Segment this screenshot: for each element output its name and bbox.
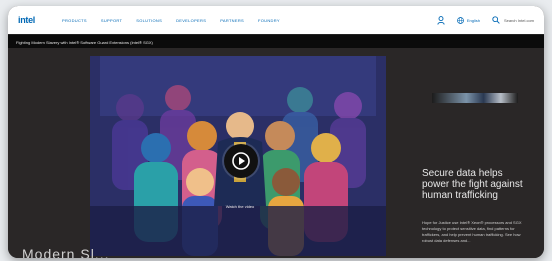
nav-utilities: English Search Intel.com xyxy=(437,6,534,34)
page-title-bar: Fighting Modern Slavery with Intel® Soft… xyxy=(8,34,544,49)
language-selector[interactable]: English xyxy=(457,16,480,24)
nav-links: PRODUCTS SUPPORT SOLUTIONS DEVELOPERS PA… xyxy=(62,18,280,23)
video-player[interactable]: Watch the video xyxy=(90,56,386,256)
page-title: Fighting Modern Slavery with Intel® Soft… xyxy=(16,39,153,45)
nav-link-products[interactable]: PRODUCTS xyxy=(62,18,87,23)
nav-link-support[interactable]: SUPPORT xyxy=(101,18,122,23)
user-icon[interactable] xyxy=(437,15,445,25)
search-input[interactable]: Search Intel.com xyxy=(504,18,534,23)
video-caption: Watch the video xyxy=(225,204,255,209)
search-icon[interactable] xyxy=(492,16,500,24)
language-label: English xyxy=(466,17,480,23)
globe-icon xyxy=(457,16,464,24)
play-button[interactable] xyxy=(224,144,258,178)
top-navigation: intel PRODUCTS SUPPORT SOLUTIONS DEVELOP… xyxy=(8,6,544,34)
nav-link-foundry[interactable]: FOUNDRY xyxy=(258,18,280,23)
nav-link-partners[interactable]: PARTNERS xyxy=(220,18,244,23)
browser-frame: intel PRODUCTS SUPPORT SOLUTIONS DEVELOP… xyxy=(8,6,544,258)
search-box[interactable]: Search Intel.com xyxy=(492,16,534,24)
intel-logo[interactable]: intel xyxy=(18,14,42,26)
promo-banner-image xyxy=(432,93,518,103)
play-icon xyxy=(231,151,251,171)
promo-body: Hope for Justice use Intel® Xeon® proces… xyxy=(422,220,522,243)
video-headline: Modern Sl... xyxy=(22,246,110,258)
main-content: Watch the video Modern Sl... Secure data… xyxy=(8,48,544,258)
nav-link-developers[interactable]: DEVELOPERS xyxy=(176,18,206,23)
promo-title: Secure data helps power the fight agains… xyxy=(422,168,523,201)
nav-link-solutions[interactable]: SOLUTIONS xyxy=(136,18,162,23)
